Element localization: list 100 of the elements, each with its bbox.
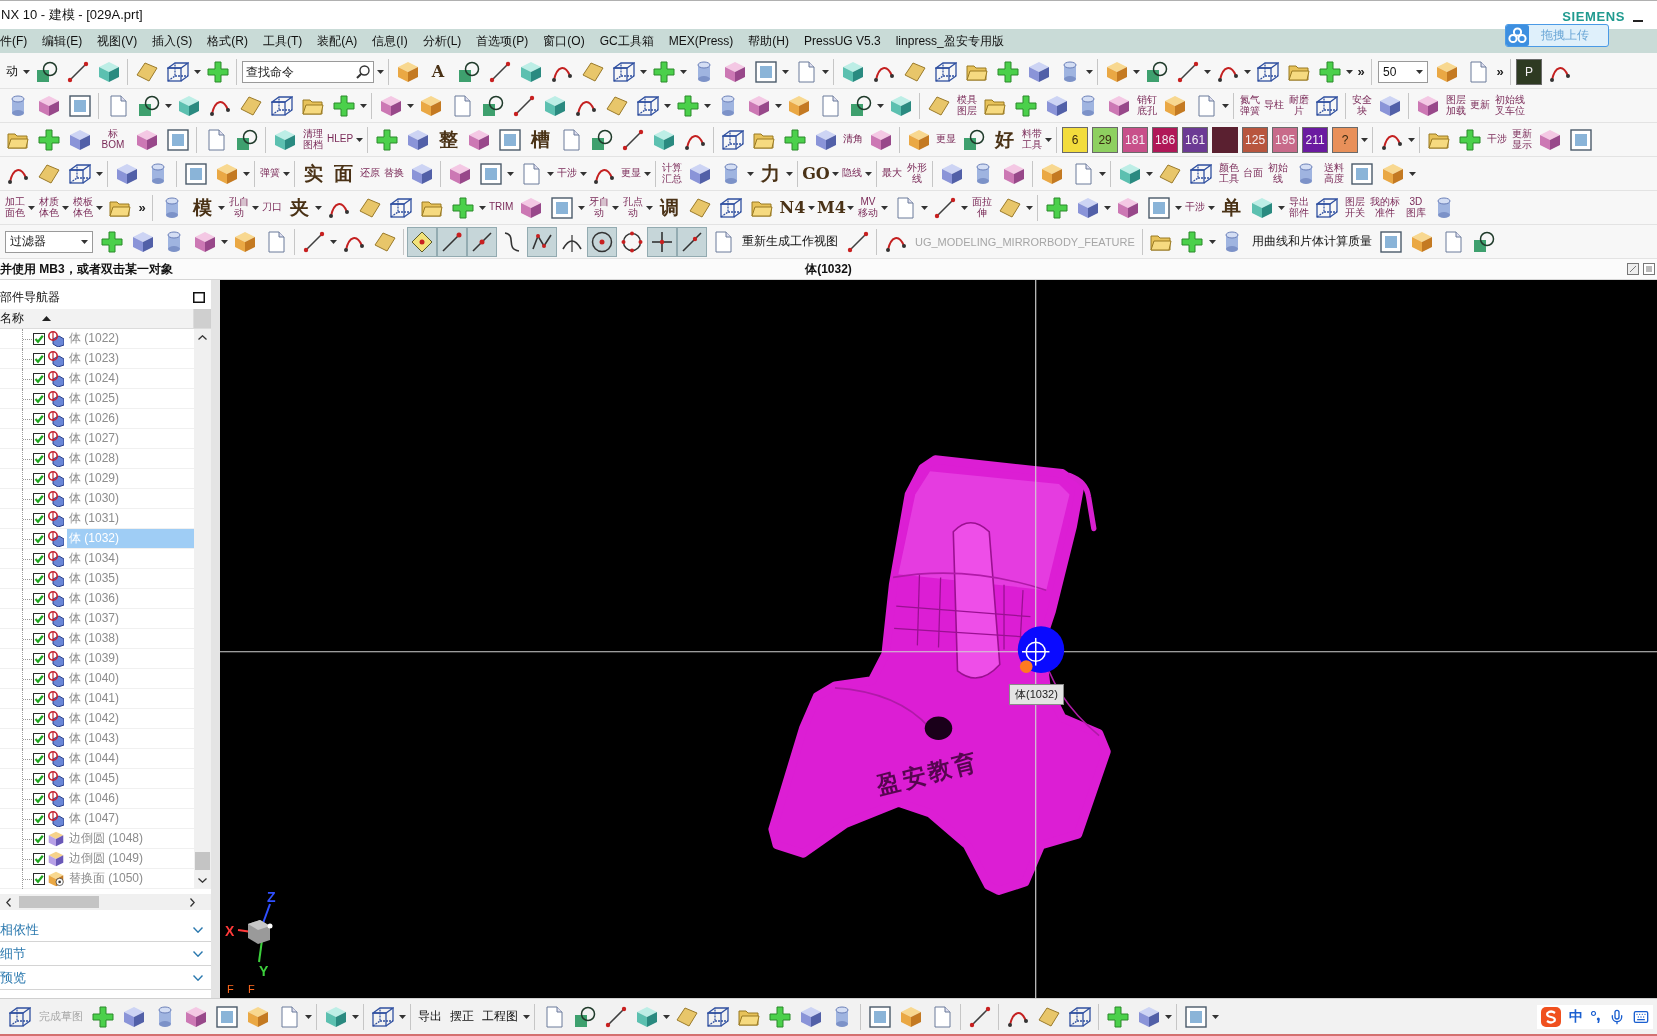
cube-icon[interactable] (1378, 94, 1401, 117)
caret-icon[interactable] (330, 239, 337, 244)
caret-icon[interactable] (356, 137, 364, 142)
sheet-icon[interactable] (358, 196, 381, 219)
checkbox[interactable] (33, 552, 45, 565)
tree-item-label[interactable]: 体 (1047) (67, 809, 194, 828)
menu-item[interactable]: PressUG V5.3 (804, 34, 881, 48)
more-button[interactable]: » (135, 200, 149, 215)
wireframe-cube-icon[interactable] (721, 128, 744, 151)
caret-icon[interactable] (808, 205, 816, 210)
vertical-scrollbar[interactable] (194, 329, 211, 889)
sheet-icon[interactable] (675, 1005, 698, 1028)
caret-icon[interactable] (640, 69, 647, 74)
scrollbar-thumb[interactable] (195, 852, 210, 870)
plus-icon[interactable] (100, 230, 123, 253)
caret-icon[interactable] (315, 205, 322, 210)
tool-button[interactable]: 刀口 (260, 192, 284, 223)
tool-button[interactable]: 186 (1152, 126, 1179, 153)
window-icon[interactable] (1643, 263, 1655, 275)
tool-button[interactable]: 调 (654, 192, 685, 223)
color-tile-icon[interactable] (1212, 126, 1239, 153)
tool-button[interactable]: 干涉 (1485, 124, 1510, 155)
caret-icon[interactable] (1146, 171, 1153, 176)
wireframe-cube-icon[interactable] (706, 1005, 729, 1028)
square-circle-icon[interactable] (573, 1005, 596, 1028)
cube-icon[interactable] (184, 1005, 207, 1028)
tree-item-label[interactable]: 体 (1031) (67, 509, 194, 528)
checkbox[interactable] (33, 612, 45, 625)
frame-icon[interactable] (550, 196, 573, 219)
caret-icon[interactable] (507, 171, 514, 176)
tool-button[interactable]: 好 (989, 124, 1020, 155)
wireframe-cube-icon[interactable] (389, 196, 412, 219)
tool-button[interactable]: M4 (816, 192, 847, 223)
tool-button[interactable]: 整 (433, 124, 464, 155)
menu-item[interactable]: 装配(A) (317, 32, 358, 50)
tree-item-label[interactable]: 体 (1043) (67, 729, 194, 748)
tool-button[interactable]: 更显 (619, 158, 643, 189)
graphics-viewport[interactable]: 盈安教育 体(1032) Z X Y F F (220, 280, 1657, 998)
square-circle-icon[interactable] (590, 128, 613, 151)
tool-button[interactable]: 氮气弹簧 (1237, 90, 1262, 121)
tool-button[interactable]: A (423, 56, 453, 87)
caret-icon[interactable] (479, 205, 486, 210)
wireframe-cube-icon[interactable] (719, 196, 742, 219)
tree-item-label[interactable]: 体 (1022) (67, 329, 194, 348)
cube-icon[interactable] (273, 128, 296, 151)
cube-icon[interactable] (68, 128, 91, 151)
tree-item-label[interactable]: 体 (1042) (67, 709, 194, 728)
cube-icon[interactable] (1118, 162, 1141, 185)
sheet-icon[interactable] (927, 94, 950, 117)
snap-toggle[interactable] (677, 226, 707, 257)
menu-item[interactable]: 信息(I) (372, 32, 408, 50)
tool-button[interactable]: 用曲线和片体计算质量 (1247, 226, 1376, 257)
snap-toggle[interactable] (527, 226, 557, 257)
wireframe-cube-icon[interactable] (1315, 94, 1338, 117)
wireframe-cube-icon[interactable] (8, 1005, 31, 1028)
cube-icon[interactable] (396, 60, 419, 83)
tree-item-label[interactable]: 体 (1036) (67, 589, 194, 608)
tool-button[interactable]: TRIM (487, 192, 516, 223)
menu-item[interactable]: 插入(S) (152, 32, 193, 50)
tool-button[interactable]: 安全块 (1349, 90, 1374, 121)
sheet-icon[interactable] (239, 94, 262, 117)
caret-icon[interactable] (664, 103, 671, 108)
snap-toggle[interactable] (407, 226, 437, 257)
caret-icon[interactable] (165, 103, 172, 108)
tool-button[interactable]: 还原 (358, 158, 382, 189)
tool-button[interactable]: 模 (187, 192, 217, 223)
tree-item-label[interactable]: 体 (1025) (67, 389, 194, 408)
caret-icon[interactable] (881, 205, 889, 210)
menu-item[interactable]: 首选项(P) (476, 32, 529, 50)
caret-icon[interactable] (1222, 103, 1229, 108)
plus-icon[interactable] (375, 128, 398, 151)
tool-button[interactable]: 面 (328, 158, 358, 189)
menu-item[interactable]: 格式(R) (207, 32, 248, 50)
wireframe-cube-icon[interactable] (1315, 196, 1338, 219)
caret-icon[interactable] (961, 205, 969, 210)
caret-icon[interactable] (28, 205, 35, 210)
cube-icon[interactable] (177, 94, 200, 117)
caret-icon[interactable] (221, 239, 228, 244)
checkbox[interactable] (33, 352, 45, 365)
cube-icon[interactable] (1381, 162, 1404, 185)
tool-button[interactable]: 导出部件 (1286, 192, 1312, 223)
menu-item[interactable]: 分析(L) (422, 32, 462, 50)
cube-icon[interactable] (899, 1005, 922, 1028)
snap-toggle[interactable] (467, 226, 497, 257)
sheet-icon[interactable] (1037, 1005, 1060, 1028)
frame-icon[interactable] (1184, 1005, 1207, 1028)
caret-icon[interactable] (578, 205, 586, 210)
caret-icon[interactable] (1244, 69, 1251, 74)
tree-item-label[interactable]: 体 (1027) (67, 429, 194, 448)
cube-icon[interactable] (324, 1005, 347, 1028)
checkbox[interactable] (33, 412, 45, 425)
cube-icon[interactable] (1250, 196, 1273, 219)
cube-icon[interactable] (1116, 196, 1139, 219)
caret-icon[interactable] (1408, 137, 1416, 142)
tool-button[interactable]: 161 (1182, 126, 1209, 153)
caret-icon[interactable] (1133, 69, 1140, 74)
cube-icon[interactable] (1416, 94, 1439, 117)
tree-item-label[interactable]: 体 (1026) (67, 409, 194, 428)
frame-icon[interactable] (215, 1005, 238, 1028)
line-icon[interactable] (604, 1005, 627, 1028)
